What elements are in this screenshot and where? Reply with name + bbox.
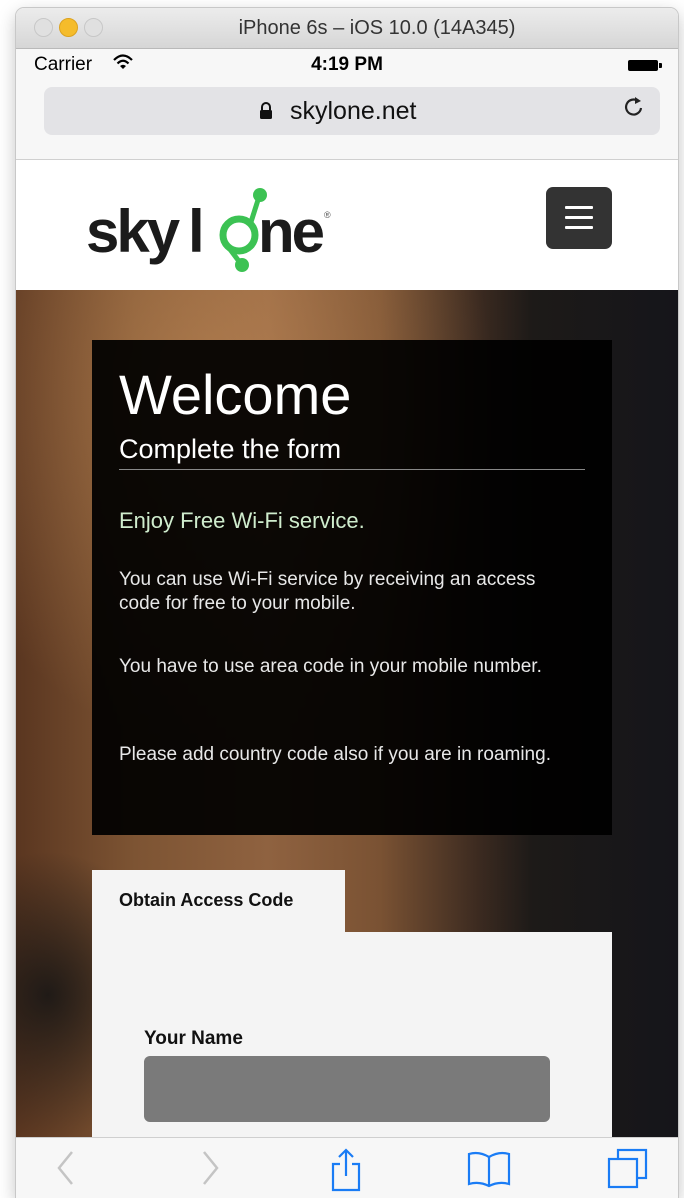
svg-text:l: l: [188, 198, 202, 265]
menu-bar-icon: [565, 216, 593, 219]
name-label: Your Name: [144, 1028, 243, 1049]
welcome-paragraph: You have to use area code in your mobile…: [119, 656, 542, 677]
safari-toolbar: [16, 1137, 678, 1198]
access-code-form: Your Name: [92, 932, 612, 1140]
window-title: iPhone 6s – iOS 10.0 (14A345): [238, 17, 516, 39]
url-text: skylone.net: [290, 97, 417, 125]
forward-icon[interactable]: [198, 1148, 222, 1193]
address-bar[interactable]: skylone.net: [44, 87, 660, 135]
tabs-icon[interactable]: [606, 1148, 650, 1195]
bookmarks-icon[interactable]: [466, 1148, 512, 1193]
svg-text:®: ®: [324, 210, 331, 220]
svg-text:sky: sky: [86, 198, 181, 265]
lock-icon: [258, 102, 274, 120]
divider: [119, 469, 585, 470]
window-titlebar: iPhone 6s – iOS 10.0 (14A345): [16, 8, 678, 49]
share-icon[interactable]: [330, 1148, 362, 1197]
menu-bar-icon: [565, 226, 593, 229]
battery-tip: [659, 63, 662, 68]
status-time: 4:19 PM: [311, 54, 383, 75]
welcome-heading: Welcome: [119, 363, 352, 426]
svg-text:ne: ne: [258, 198, 324, 265]
hamburger-menu-button[interactable]: [546, 187, 612, 249]
reload-icon[interactable]: [622, 93, 646, 128]
ios-status-bar: Carrier 4:19 PM: [16, 49, 678, 81]
back-icon[interactable]: [54, 1148, 78, 1193]
welcome-panel: Welcome Complete the form Enjoy Free Wi-…: [92, 340, 612, 835]
welcome-subheading: Complete the form: [119, 434, 342, 464]
page-content: Welcome Complete the form Enjoy Free Wi-…: [16, 290, 678, 1140]
tab-obtain-access-code[interactable]: Obtain Access Code: [92, 870, 345, 932]
name-input[interactable]: [144, 1056, 550, 1122]
safari-address-row: skylone.net: [16, 81, 678, 160]
skylone-logo[interactable]: sky l ne ®: [86, 178, 346, 278]
welcome-paragraph: You can use Wi-Fi service by receiving a…: [119, 569, 536, 614]
menu-bar-icon: [565, 206, 593, 209]
welcome-highlight: Enjoy Free Wi-Fi service.: [119, 508, 365, 533]
battery-icon: [628, 60, 658, 71]
welcome-paragraph: Please add country code also if you are …: [119, 744, 551, 765]
site-navbar: sky l ne ®: [16, 160, 678, 292]
simulator-window: iPhone 6s – iOS 10.0 (14A345) Carrier 4:…: [16, 8, 678, 1198]
